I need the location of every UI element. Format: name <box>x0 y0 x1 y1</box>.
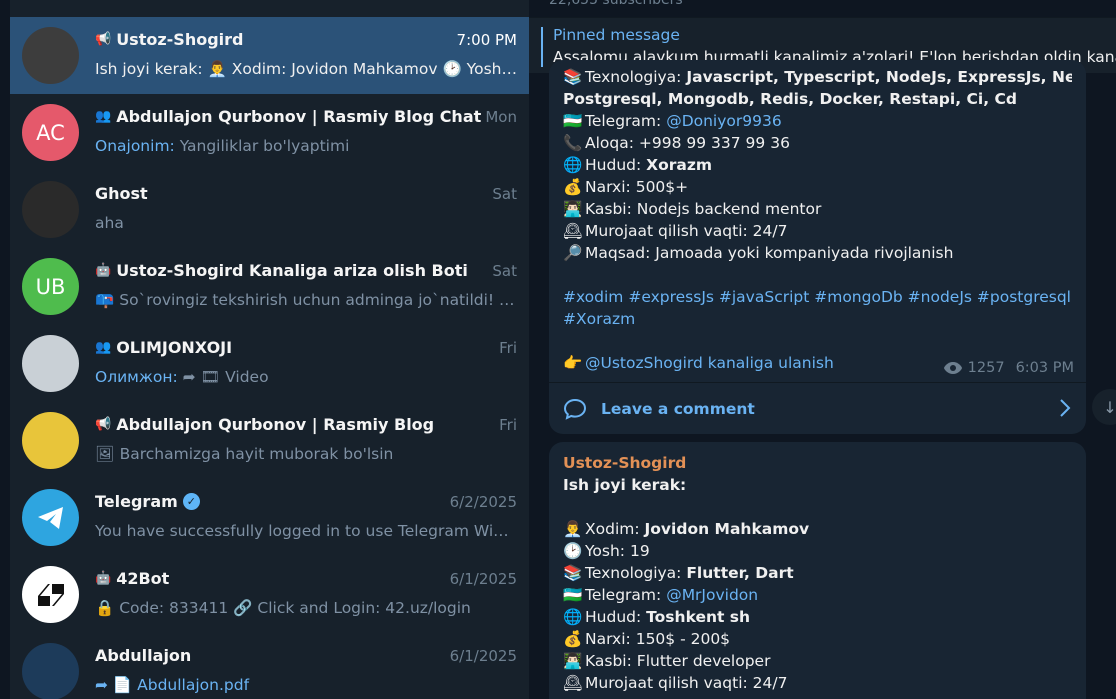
chat-list-item[interactable]: Ghost Sat aha <box>10 171 529 248</box>
telegram-window: 📢 Ustoz-Shogird 7:00 PM Ish joyi kerak: 👨‍💼… <box>0 0 1116 699</box>
subscriber-count: 22,655 subscribers <box>549 0 683 8</box>
chat-date: 6/2/2025 <box>449 493 517 511</box>
chat-name: 📢 Abdullajon Qurbonov | Rasmiy Blog <box>95 415 435 434</box>
post-line: 🔎 Maqsad: Jamoada yoki kompaniyada rivojl… <box>563 244 954 262</box>
chat-list-item[interactable]: 📢 Abdullajon Qurbonov | Rasmiy Blog Fri 🖼 B… <box>10 402 529 479</box>
channel-view: 22,655 subscribers Pinned message Assalo… <box>529 0 1116 699</box>
post-line: 👨‍💼 Xodim: Jovidon Mahkamov <box>563 520 810 538</box>
view-count: 1257 <box>967 360 1005 376</box>
chat-name: Abdullajon <box>95 646 192 665</box>
chat-date: 7:00 PM <box>456 31 517 49</box>
post-line: 📚 Texnologiya: Flutter, Dart <box>563 564 794 582</box>
post-line[interactable]: 🇺🇿 Telegram: @Doniyor9936 <box>563 110 1072 132</box>
post-line: 🕰 Murojaat qilish vaqti: 24/7 <box>563 674 788 692</box>
avatar <box>22 412 79 469</box>
avatar: UB <box>22 258 79 315</box>
eye-icon <box>943 362 962 374</box>
post-line: 👨🏻‍💻 Kasbi: Nodejs backend mentor <box>563 200 822 218</box>
pinned-indicator <box>541 27 543 67</box>
post-channel-name[interactable]: Ustoz-Shogird <box>563 442 1072 474</box>
channel-post-2: Ustoz-Shogird Ish joyi kerak: 👨‍💼 Xodim: … <box>549 442 1086 699</box>
chat-date: 6/1/2025 <box>449 647 517 665</box>
chat-name: 📢 Ustoz-Shogird <box>95 30 244 49</box>
bot-icon: 🤖 <box>95 571 112 586</box>
avatar <box>22 335 79 392</box>
preview-sender: Onajonim: <box>95 137 175 155</box>
hashtags[interactable]: #xodim #expressJs #javaScript #mongoDb #… <box>563 286 1072 308</box>
chat-list-item[interactable]: Abdullajon 6/1/2025 ➦ 📄 Abdullajon.pdf <box>10 633 529 699</box>
verified-icon: ✓ <box>182 493 200 510</box>
chat-date: Fri <box>499 416 517 434</box>
chat-date: Sat <box>492 262 517 280</box>
avatar <box>22 643 79 699</box>
avatar <box>22 27 79 84</box>
chevron-right-icon <box>1060 399 1071 417</box>
post-line: Postgresql, Mongodb, Redis, Docker, Rest… <box>563 90 1017 108</box>
channel-post: 📚 Texnologiya: Javascript, Typescript, No… <box>549 60 1086 434</box>
arrow-icon: ↓ <box>1103 397 1116 417</box>
megaphone-icon: 📢 <box>95 417 112 432</box>
left-strip <box>0 0 10 699</box>
post-line: 🕑 Yosh: 19 <box>563 542 650 560</box>
chat-preview: 🔒 Code: 833411 🔗 Click and Login: 42.uz/… <box>95 599 471 617</box>
chat-name: 👥 OLIMJONXOJI <box>95 338 233 357</box>
chat-name: 👥 Abdullajon Qurbonov | Rasmiy Blog Chat <box>95 107 482 126</box>
chat-name: 🤖 Ustoz-Shogird Kanaliga ariza olish Boti <box>95 261 468 280</box>
hashtags-line-2[interactable]: #Xorazm <box>563 308 1072 330</box>
chat-list-item[interactable]: 👥 OLIMJONXOJI Fri Олимжон: ➦ 🎞 Video <box>10 325 529 402</box>
avatar: AC <box>22 104 79 161</box>
post-line: 💰 Narxi: 500$+ <box>563 178 689 196</box>
avatar <box>22 181 79 238</box>
chat-name: Telegram ✓ <box>95 492 200 511</box>
chat-list-item[interactable]: AC 👥 Abdullajon Qurbonov | Rasmiy Blog Cha… <box>10 94 529 171</box>
chat-preview: Олимжон: ➦ 🎞 Video <box>95 368 269 386</box>
chat-preview: Ish joyi kerak: 👨‍💼 Xodim: Jovidon Mahka… <box>95 60 517 78</box>
comment-icon <box>563 398 587 420</box>
telegram-logo-icon <box>37 506 63 529</box>
chat-list-item[interactable]: Telegram ✓ 6/2/2025 You have successfully l… <box>10 479 529 556</box>
post-line: 🌐 Hudud: Xorazm <box>563 156 713 174</box>
group-icon: 👥 <box>95 109 112 124</box>
bot-icon: 🤖 <box>95 263 112 278</box>
chat-date: Sat <box>492 185 517 203</box>
chat-name: Ghost <box>95 184 148 203</box>
chat-preview: aha <box>95 214 124 232</box>
chat-preview: 📪 So`rovingiz tekshirish uchun adminga j… <box>95 291 517 309</box>
chat-name: 🤖 42Bot <box>95 569 170 588</box>
post-line: 📞 Aloqa: +998 99 337 99 36 <box>563 134 790 152</box>
chat-list-item[interactable]: 📢 Ustoz-Shogird 7:00 PM Ish joyi kerak: 👨‍💼… <box>10 17 529 94</box>
chat-preview: You have successfully logged in to use T… <box>95 522 517 540</box>
scroll-down-button[interactable]: ↓ <box>1092 389 1116 425</box>
chat-preview: ➦ 📄 Abdullajon.pdf <box>95 676 250 694</box>
post-line: 🌐 Hudud: Toshkent sh <box>563 608 751 626</box>
post-line: 👨🏻‍💻 Kasbi: Flutter developer <box>563 652 771 670</box>
post-body: 📚 Texnologiya: Javascript, Typescript, No… <box>563 60 1072 264</box>
post-line: 🕰 Murojaat qilish vaqti: 24/7 <box>563 222 788 240</box>
post-time: 6:03 PM <box>1015 360 1074 376</box>
chat-list: 📢 Ustoz-Shogird 7:00 PM Ish joyi kerak: 👨‍💼… <box>10 0 529 699</box>
chat-date: Fri <box>499 339 517 357</box>
leave-comment-button[interactable]: Leave a comment <box>549 382 1086 434</box>
post-body: 👨‍💼 Xodim: Jovidon Mahkamov 🕑 Yosh: 19 📚 Texn… <box>563 518 1072 694</box>
post-line: 💰 Narxi: 150$ - 200$ <box>563 630 731 648</box>
avatar <box>22 489 79 546</box>
chat-preview: 🖼 Barchamizga hayit muborak bo'lsin <box>95 445 394 463</box>
megaphone-icon: 📢 <box>95 32 112 47</box>
chat-date: Mon <box>485 108 517 126</box>
post-line[interactable]: 🇺🇿 Telegram: @MrJovidon <box>563 584 1072 606</box>
avatar <box>22 566 79 623</box>
chat-list-item[interactable]: UB 🤖 Ustoz-Shogird Kanaliga ariza olish Bo… <box>10 248 529 325</box>
preview-sender: Олимжон: <box>95 368 178 386</box>
pinned-title: Pinned message <box>553 26 680 44</box>
chat-date: 6/1/2025 <box>449 570 517 588</box>
group-icon: 👥 <box>95 340 112 355</box>
chat-list-item[interactable]: 🤖 42Bot 6/1/2025 🔒 Code: 833411 🔗 Click and… <box>10 556 529 633</box>
post-meta: 1257 6:03 PM <box>943 357 1074 379</box>
post-line: 📚 Texnologiya: Javascript, Typescript, No… <box>563 68 1072 86</box>
post-heading: Ish joyi kerak: <box>563 476 687 494</box>
chat-preview: Onajonim: Yangiliklar bo'lyaptimi <box>95 137 350 155</box>
comment-label: Leave a comment <box>601 399 755 418</box>
42-logo-icon <box>37 583 64 606</box>
